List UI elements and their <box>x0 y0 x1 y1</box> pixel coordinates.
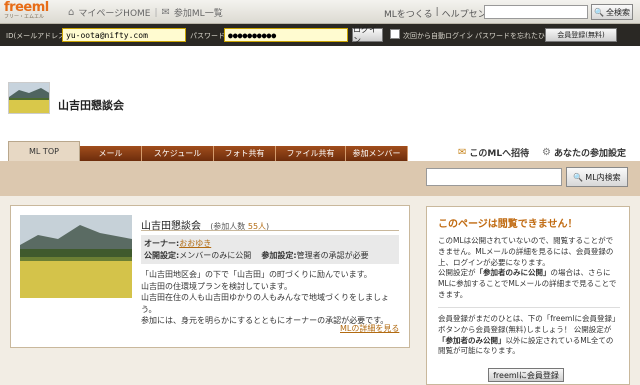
login-button[interactable]: ログイン <box>352 25 383 45</box>
create-ml-link[interactable]: MLをつくる <box>384 7 433 20</box>
ml-thumbnail <box>8 82 50 114</box>
search-button-label: 全検索 <box>605 7 630 17</box>
notice-paragraph: このMLは公開されていないので、閲覧することができません。MLメールの詳細を見る… <box>438 236 614 267</box>
email-field[interactable] <box>62 28 186 42</box>
ml-search-input[interactable] <box>426 168 562 186</box>
side-divider <box>438 307 620 308</box>
notice-bold: 「参加者のみに公開」 <box>475 268 551 278</box>
public-setting-label: 公開設定: <box>144 251 180 260</box>
notice-text: 公開設定が <box>438 268 476 278</box>
password-field[interactable] <box>224 28 348 42</box>
logo-text: freeml <box>4 0 49 15</box>
gear-icon: ⚙ <box>542 147 551 158</box>
settings-label: あなたの参加設定 <box>553 149 626 159</box>
divider: | <box>435 7 439 17</box>
notice-paragraph: 公開設定が「参加者のみに公開」の場合は、さらにMLに参加することでMLメールの詳… <box>438 268 620 300</box>
description-line: 山吉田の住環境プランを検討しています。 <box>141 281 292 291</box>
participation-settings-link[interactable]: ⚙ あなたの参加設定 <box>542 146 626 159</box>
tab-members[interactable]: 参加メンバー <box>346 146 408 161</box>
global-search-button[interactable]: 🔍 全検索 <box>591 4 633 20</box>
tab-mail[interactable]: メール <box>80 146 142 161</box>
ml-photo <box>20 215 132 298</box>
search-icon: 🔍 <box>573 172 584 182</box>
card-divider <box>141 230 399 231</box>
description-line: 山吉田在住の人も山吉田ゆかりの人もみんなで地域づくりをしましょう。 <box>141 293 389 314</box>
owner-link[interactable]: おおゆき <box>179 239 211 248</box>
join-setting-value: 管理者の承認が必要 <box>296 251 369 260</box>
access-notice-heading: このページは閲覧できません！ <box>438 219 578 230</box>
auto-login-label: 次回から自動ログイン <box>403 32 473 40</box>
access-notice-text: このMLは公開されていないので、閲覧することができません。MLメールの詳細を見る… <box>438 236 620 301</box>
tab-bar: ML TOP メール スケジュール フォト共有 ファイル共有 参加メンバー <box>8 141 408 161</box>
auto-login-checkbox[interactable] <box>390 29 400 39</box>
invite-link[interactable]: ✉ このMLへ招待 <box>458 146 529 159</box>
ml-description: 「山吉田地区会」の下で「山吉田」の町づくりに励んでいます。 山吉田の住環境プラン… <box>141 269 401 327</box>
global-search-input[interactable] <box>484 5 588 19</box>
mypage-link[interactable]: マイページHOME <box>78 6 150 19</box>
home-icon: ⌂ <box>68 7 75 18</box>
join-setting-label: 参加設定: <box>261 251 297 260</box>
divider: | <box>154 7 158 18</box>
tab-schedule[interactable]: スケジュール <box>142 146 214 161</box>
ml-detail-link[interactable]: MLの詳細を見る <box>340 323 399 334</box>
tab-photo[interactable]: フォト共有 <box>214 146 276 161</box>
divider: | <box>468 31 471 39</box>
notice-text: 会員登録がまだのひとは、下の「freemlに会員登録」ボタンから会員登録(無料)… <box>438 314 620 334</box>
freeml-logo[interactable]: freeml フリー・エムエル <box>4 1 64 22</box>
forgot-password-link[interactable]: パスワードを忘れたひと <box>475 31 552 41</box>
description-line: 「山吉田地区会」の下で「山吉田」の町づくりに励んでいます。 <box>141 270 372 279</box>
invite-icon: ✉ <box>458 147 467 158</box>
login-bar: ID(メールアドレス) パスワード ログイン 次回から自動ログイン | パスワー… <box>0 24 640 46</box>
freeml-register-button[interactable]: freemlに会員登録 <box>488 368 564 382</box>
top-links: ⌂ マイページHOME | ✉ 参加ML一覧 <box>68 6 223 19</box>
search-icon: 🔍 <box>594 7 604 17</box>
ml-search-label: ML内検索 <box>585 172 621 182</box>
invite-label: このMLへ招待 <box>469 149 530 159</box>
owner-label: オーナー: <box>144 239 180 248</box>
joined-ml-link[interactable]: 参加ML一覧 <box>174 6 223 19</box>
public-setting-value: メンバーのみに公開 <box>179 251 252 260</box>
tab-ml-top[interactable]: ML TOP <box>8 141 80 161</box>
ml-search-button[interactable]: 🔍 ML内検索 <box>566 167 628 187</box>
notice-bold: 「参加者のみ公開」 <box>438 335 506 345</box>
ml-title: 山吉田懇談会 <box>58 99 124 112</box>
password-label: パスワード <box>190 32 225 40</box>
register-button[interactable]: 会員登録(無料) <box>545 28 617 42</box>
ml-settings-box: オーナー:おおゆき 公開設定:メンバーのみに公開 参加設定:管理者の承認が必要 <box>141 235 399 264</box>
logo-tagline: フリー・エムエル <box>4 14 45 20</box>
mail-icon: ✉ <box>161 7 170 18</box>
tab-file[interactable]: ファイル共有 <box>276 146 346 161</box>
register-notice-text: 会員登録がまだのひとは、下の「freemlに会員登録」ボタンから会員登録(無料)… <box>438 314 620 357</box>
top-navigation-bar: freeml フリー・エムエル ⌂ マイページHOME | ✉ 参加ML一覧 M… <box>0 0 640 24</box>
email-label: ID(メールアドレス) <box>6 32 68 40</box>
ml-header <box>0 46 640 146</box>
